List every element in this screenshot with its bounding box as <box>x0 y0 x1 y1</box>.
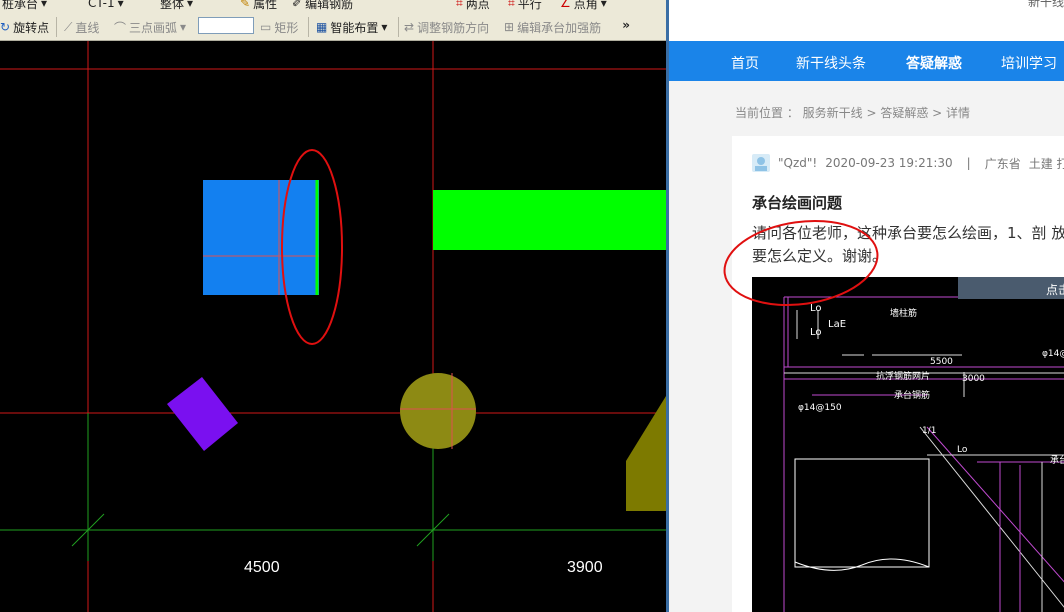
drawing-toolbar: ↻ 旋转点 ⟋ 直线 ⌒ 三点画弧 ▾ ▭ 矩形 ▦ 智能布置 ▾ ⇄ 调整钢筋方向 ⊞ 编辑承台… <box>0 14 666 41</box>
dimension-label: 3900 <box>567 559 603 576</box>
three-point-arc-button[interactable]: ⌒ 三点画弧 ▾ <box>114 19 186 35</box>
two-points-button[interactable]: ⌗ 两点 <box>456 0 490 11</box>
nav-item-training[interactable]: 培训学习 <box>1001 53 1057 73</box>
arc-mode-select[interactable] <box>198 17 254 34</box>
browser-page: 新干线 首页 新干线头条 答疑解惑 培训学习 当前位置 ： 服务新干线 > 答疑… <box>669 0 1064 612</box>
point-angle-icon: ∠ <box>560 0 571 10</box>
purple-pile-cap <box>167 377 238 451</box>
green-beam <box>433 190 666 250</box>
rotate-point-button[interactable]: ↻ 旋转点 <box>0 19 49 35</box>
line-icon: ⟋ <box>64 19 73 34</box>
edit-pile-cap-rebar-button[interactable]: ⊞ 编辑承台加强筋 <box>504 19 601 35</box>
main-nav: 首页 新干线头条 答疑解惑 培训学习 <box>669 41 1064 81</box>
drawing-label: φ14@ <box>1042 349 1064 359</box>
question-author[interactable]: "Qzd"! <box>778 156 817 170</box>
layer-dropdown[interactable]: 整体 ▾ <box>160 0 193 11</box>
parallel-icon: ⌗ <box>508 0 515 10</box>
toolbar-separator <box>308 17 309 37</box>
breadcrumb: 当前位置 ： 服务新干线 > 答疑解惑 > 详情 <box>735 106 970 120</box>
drawing-label: Lo <box>957 445 968 455</box>
question-datetime: 2020-09-23 19:21:30 <box>825 156 953 170</box>
question-title: 承台绘画问题 <box>752 194 843 212</box>
edit-rebar-button[interactable]: ✐ 编辑钢筋 <box>292 0 353 11</box>
question-card: "Qzd"! 2020-09-23 19:21:30 | 广东省 土建 打 承台… <box>732 136 1064 612</box>
question-body: 请问各位老师，这种承台要怎么绘画，1、剖 放坡要怎么定义。谢谢。 <box>752 224 1064 265</box>
properties-icon: ✎ <box>240 0 251 10</box>
drawing-label: 1/1 <box>922 426 937 436</box>
drawing-label: 3000 <box>962 374 985 384</box>
adjust-direction-icon: ⇄ <box>404 20 415 34</box>
question-location: 广东省 <box>984 156 1021 171</box>
adjust-rebar-direction-button[interactable]: ⇄ 调整钢筋方向 <box>404 19 489 35</box>
arc-icon: ⌒ <box>114 20 127 35</box>
nav-item-home[interactable]: 首页 <box>731 53 759 73</box>
nav-item-headlines[interactable]: 新干线头条 <box>796 53 866 73</box>
toolbar-separator <box>56 17 57 37</box>
point-angle-button[interactable]: ∠ 点角 ▾ <box>560 0 607 11</box>
drawing-label: φ14@150 <box>798 403 842 413</box>
element-type-dropdown[interactable]: 桩承台 ▾ <box>2 0 47 11</box>
meta-separator: | <box>966 156 971 170</box>
line-button[interactable]: ⟋ 直线 <box>64 19 99 35</box>
drawing-label: 承台钢筋 <box>894 391 931 401</box>
drawing-label: 5500 <box>930 357 953 367</box>
edit-rebar-icon: ✐ <box>292 0 303 10</box>
dimension-label: 4500 <box>244 559 280 576</box>
avatar[interactable] <box>752 154 770 172</box>
drawing-canvas[interactable]: 4500 3900 <box>0 41 666 612</box>
drawing-label: 承台 <box>1050 456 1064 466</box>
element-name-dropdown[interactable]: CT-1 ▾ <box>88 0 124 11</box>
image-expand-button[interactable]: 点击 <box>958 277 1064 299</box>
drawing-label: 抗浮钢筋网片 <box>876 372 931 382</box>
site-header: 新干线 <box>669 0 1064 41</box>
properties-button[interactable]: ✎ 属性 <box>240 0 277 11</box>
nav-item-qa[interactable]: 答疑解惑 <box>906 53 962 73</box>
cad-window: 桩承台 ▾ CT-1 ▾ 整体 ▾ ✎ 属性 ✐ 编辑钢筋 ⌗ 两点 ⌗ 平行 ∠ 点角 ▾ ↻ 旋… <box>0 0 666 612</box>
rotate-icon: ↻ <box>0 20 11 34</box>
user-avatar-icon <box>755 157 767 171</box>
two-points-icon: ⌗ <box>456 0 463 10</box>
rectangle-icon: ▭ <box>260 20 272 34</box>
toolbar-separator <box>398 17 399 37</box>
parallel-button[interactable]: ⌗ 平行 <box>508 0 542 11</box>
smart-layout-button[interactable]: ▦ 智能布置 ▾ <box>316 19 387 35</box>
question-category: 土建 打 <box>1028 156 1064 171</box>
smart-layout-icon: ▦ <box>316 20 328 34</box>
question-image[interactable]: 点击 Lo LaE Lo 墙柱筋 5500 3000 抗浮钢筋网片 承台钢筋 φ… <box>752 277 1064 612</box>
drawing-label: 墙柱筋 <box>890 309 918 319</box>
drawing-label: Lo <box>810 303 822 314</box>
site-name: 新干线 <box>1027 0 1064 9</box>
top-toolbar: 桩承台 ▾ CT-1 ▾ 整体 ▾ ✎ 属性 ✐ 编辑钢筋 ⌗ 两点 ⌗ 平行 ∠ 点角 ▾ <box>0 0 666 14</box>
toolbar-overflow-button[interactable]: » <box>622 18 630 32</box>
drawing-label: LaE <box>828 319 847 330</box>
drawing-label: Lo <box>810 327 822 338</box>
rectangle-button[interactable]: ▭ 矩形 <box>260 19 298 35</box>
edit-cap-rebar-icon: ⊞ <box>504 20 515 34</box>
pile-cap-blue <box>203 180 319 295</box>
question-meta: "Qzd"! 2020-09-23 19:21:30 | 广东省 土建 打 <box>752 154 1064 172</box>
olive-circular-pile <box>400 373 476 449</box>
